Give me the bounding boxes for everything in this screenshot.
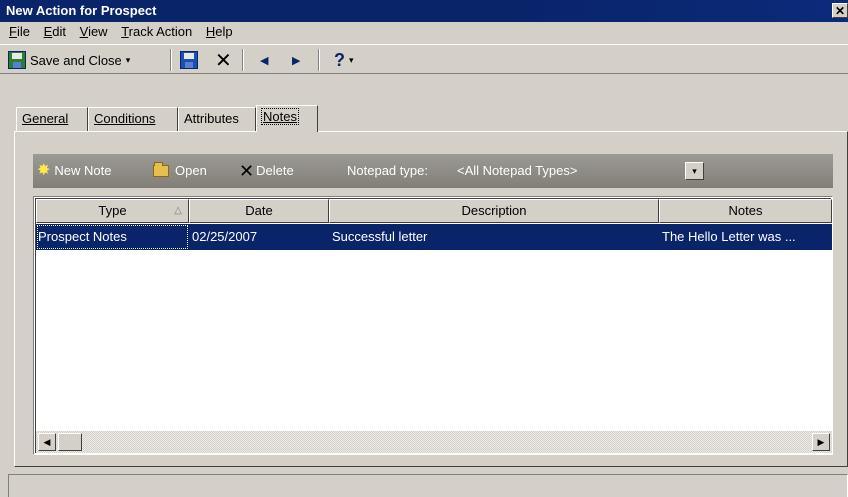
status-bar [8,474,848,497]
arrow-left-icon: ◀ [260,54,269,67]
menu-file[interactable]: File [4,22,35,42]
column-header-description[interactable]: Description [329,199,659,223]
notes-grid: Type △ Date Description Notes Prospect N… [33,196,833,455]
save-and-close-button[interactable]: Save and Close ▾ [8,49,130,71]
tab-attributes-label: Attributes [184,111,239,126]
sort-ascending-icon: △ [174,205,182,216]
toolbar-separator [170,49,172,71]
save-close-icon [8,51,26,69]
window-title-bar: New Action for Prospect ✕ [0,0,848,22]
notes-grid-body: Type △ Date Description Notes Prospect N… [35,198,832,453]
tab-notes-label: Notes [261,108,299,125]
delete-label: Delete [256,163,294,178]
column-header-type[interactable]: Type △ [36,199,189,223]
delete-icon: ✕ [239,161,255,181]
floppy-disk-icon [180,51,198,69]
menu-view[interactable]: View [75,22,113,42]
table-row[interactable]: Prospect Notes 02/25/2007 Successful let… [36,224,832,250]
column-description-label: Description [461,203,527,218]
cell-date[interactable]: 02/25/2007 [190,224,329,250]
chevron-down-icon[interactable]: ▾ [126,55,131,66]
scrollbar-thumb[interactable] [58,433,82,451]
help-button[interactable]: ? ▾ [334,49,354,71]
tab-general[interactable]: General [16,107,88,131]
notepad-type-label-text: Notepad type: [347,163,428,178]
toolbar-separator [318,49,320,71]
notepad-type-value: <All Notepad Types> [457,163,578,178]
main-toolbar: Save and Close ▾ ✕ ◀ ▶ ? ▾ [0,44,848,74]
delete-button[interactable]: ✕ [215,49,232,72]
help-question-icon: ? [334,49,345,70]
menu-bar: File Edit View Track Action Help [0,22,848,42]
open-label: Open [175,163,207,178]
window-title: New Action for Prospect [6,3,157,18]
arrow-left-icon: ◀ [43,437,51,447]
column-type-label: Type [98,203,127,218]
chevron-down-icon: ▾ [692,166,697,176]
delete-note-button[interactable]: ✕ Delete [239,154,294,188]
horizontal-scrollbar[interactable]: ◀ ▶ [36,431,832,453]
arrow-right-icon: ▶ [817,437,825,447]
previous-button[interactable]: ◀ [260,49,268,71]
notepad-type-select[interactable]: <All Notepad Types> [457,154,577,188]
chevron-down-icon[interactable]: ▾ [349,55,354,66]
save-button[interactable] [180,49,202,71]
new-note-label: New Note [54,163,112,178]
column-header-notes[interactable]: Notes [659,199,832,223]
menu-track-action[interactable]: Track Action [116,22,197,42]
tab-attributes[interactable]: Attributes [178,107,256,131]
new-note-icon: ✸ [37,162,51,179]
tab-conditions[interactable]: Conditions [88,107,178,131]
folder-open-icon [153,162,169,177]
cell-type[interactable]: Prospect Notes [36,224,189,250]
column-notes-label: Notes [728,203,763,218]
notepad-type-label: Notepad type: [347,154,428,188]
notes-toolbar: ✸ New Note Open ✕ Delete Notepad type: <… [33,154,833,188]
toolbar-separator [242,49,244,71]
close-icon[interactable]: ✕ [832,3,848,18]
menu-help[interactable]: Help [201,22,238,42]
scroll-right-button[interactable]: ▶ [812,433,830,451]
delete-x-icon: ✕ [215,49,232,72]
save-and-close-label: Save and Close [30,52,122,68]
open-button[interactable]: Open [153,154,207,188]
tab-notes[interactable]: Notes [256,105,318,132]
tab-conditions-label: Conditions [94,111,156,126]
cell-notes[interactable]: The Hello Letter was ... [660,224,832,250]
arrow-right-icon: ▶ [292,54,301,67]
cell-description[interactable]: Successful letter [330,224,659,250]
new-note-button[interactable]: ✸ New Note [37,154,111,188]
next-button[interactable]: ▶ [292,49,300,71]
column-header-date[interactable]: Date [189,199,329,223]
scroll-left-button[interactable]: ◀ [38,433,56,451]
menu-edit[interactable]: Edit [39,22,71,42]
tab-general-label: General [22,111,69,126]
notepad-type-dropdown[interactable]: ▾ [685,162,704,180]
column-date-label: Date [245,203,273,218]
